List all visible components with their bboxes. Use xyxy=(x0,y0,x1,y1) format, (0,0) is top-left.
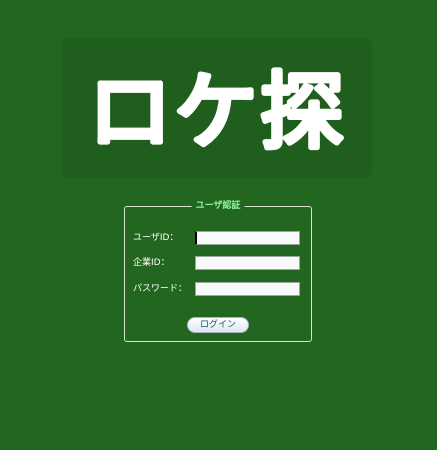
login-button[interactable]: ログイン xyxy=(187,317,249,333)
user-id-row: ユーザID： xyxy=(133,230,300,246)
logo-panel: ロケ探 xyxy=(62,38,372,178)
user-id-input[interactable] xyxy=(195,231,300,245)
login-page: ロケ探 ユーザ認証 ユーザID： 企業ID： パスワード： ログイン xyxy=(0,0,437,450)
password-label: パスワード： xyxy=(133,284,188,294)
company-id-input[interactable] xyxy=(195,256,300,270)
company-id-row: 企業ID： xyxy=(133,255,300,271)
password-row: パスワード： xyxy=(133,281,300,297)
user-auth-fieldset: ユーザ認証 ユーザID： 企業ID： パスワード： ログイン xyxy=(124,200,312,342)
user-id-label: ユーザID： xyxy=(133,233,179,243)
auth-legend: ユーザ認証 xyxy=(191,200,245,212)
company-id-label: 企業ID： xyxy=(133,258,170,268)
password-input[interactable] xyxy=(195,282,300,296)
logo-text: ロケ探 xyxy=(88,63,346,161)
logo: ロケ探 xyxy=(86,62,346,163)
